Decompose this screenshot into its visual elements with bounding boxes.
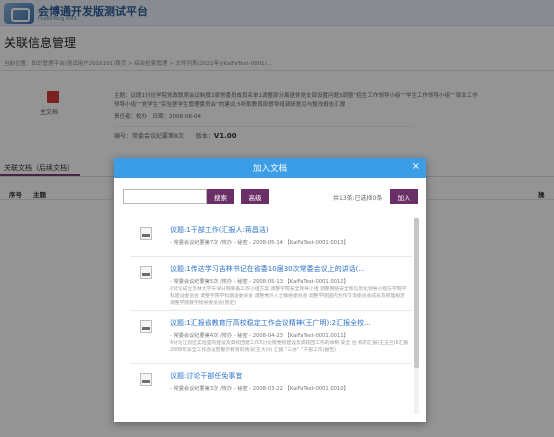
document-icon (140, 266, 152, 279)
selection-count: 共13条,已选择0条 (333, 195, 383, 202)
dialog-title: 加入文档 (252, 164, 287, 174)
add-button[interactable]: 加入 (390, 189, 418, 204)
search-button[interactable]: 搜索 (207, 189, 234, 204)
advanced-search-button[interactable]: 高级 (241, 189, 269, 204)
add-document-dialog: 加入文档 × 搜索 高级 共13条,已选择0条 加入 议题:1干部工作(汇报人:… (114, 158, 426, 422)
list-item-description: 2讨论成立吉林大学天津分院筹备工作小组方案 调整学院安全领导小组 调整网络安全和… (170, 287, 407, 306)
list-item-meta: - 常委会议纪要第5次 /校办 - 秘密 - 2008-05-13 【KaiFa… (170, 279, 349, 285)
divider (130, 256, 412, 257)
scrollbar[interactable] (414, 218, 419, 414)
document-list: 议题:1干部工作(汇报人:蒋昌洁) - 常委会议纪要第7次 /校办 - 秘密 -… (130, 218, 412, 414)
dialog-header: 加入文档 × (114, 158, 426, 178)
list-item-meta: - 常委会议纪要第4次 /校办 - 秘密 - 2008-04-23 【KaiFa… (170, 333, 349, 339)
list-item-title[interactable]: 议题:讨论干部任免事宜 (170, 371, 242, 381)
scrollbar-thumb[interactable] (414, 218, 419, 368)
document-icon (140, 320, 152, 333)
list-item-title[interactable]: 议题:1干部工作(汇报人:蒋昌洁) (170, 225, 269, 235)
divider (130, 310, 412, 311)
list-item-title[interactable]: 议题:1汇报省教育厅高校稳定工作会议精神(王广明):2汇报全校... (170, 318, 371, 328)
divider (130, 363, 412, 364)
close-icon[interactable]: × (412, 161, 420, 172)
list-item-meta: - 常委会议纪要第3次 /校办 - 秘密 - 2008-03-22 【KaiFa… (170, 386, 349, 392)
list-item-description: 4讨论江校区实验室的建设及高校团建工作5讨论院党校建设及高校团工作的体制 安全 … (170, 341, 409, 353)
document-icon (140, 373, 152, 386)
list-item-meta: - 常委会议纪要第7次 /校办 - 秘密 - 2008-05-14 【KaiFa… (170, 240, 349, 246)
list-item-title[interactable]: 议题:1传达学习吉林书记在省委10届30次常委会议上的讲话(... (170, 264, 365, 274)
document-icon (140, 227, 152, 240)
search-input[interactable] (123, 189, 207, 204)
